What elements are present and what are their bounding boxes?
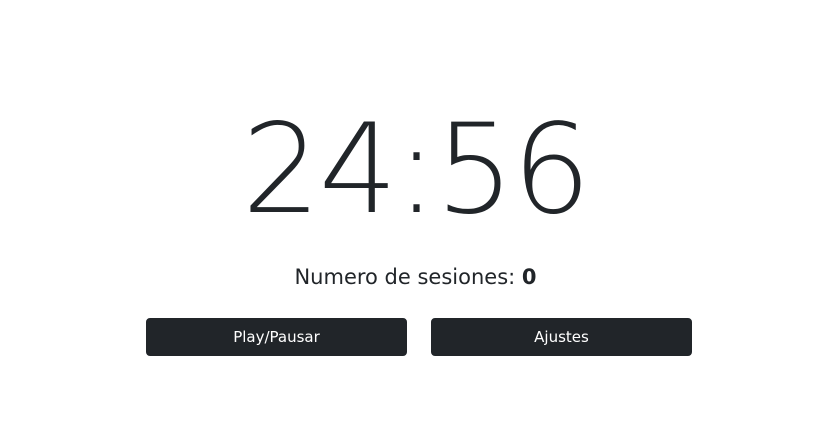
session-counter-label: Numero de sesiones: — [294, 265, 516, 289]
play-pause-button[interactable]: Play/Pausar — [146, 318, 407, 356]
timer-display: 24:56 — [241, 98, 591, 242]
settings-button[interactable]: Ajustes — [431, 318, 692, 356]
session-count: 0 — [521, 265, 537, 289]
pomodoro-app: 24:56 Numero de sesiones: 0 Play/Pausar … — [0, 0, 831, 437]
session-counter: Numero de sesiones: 0 — [0, 262, 831, 292]
